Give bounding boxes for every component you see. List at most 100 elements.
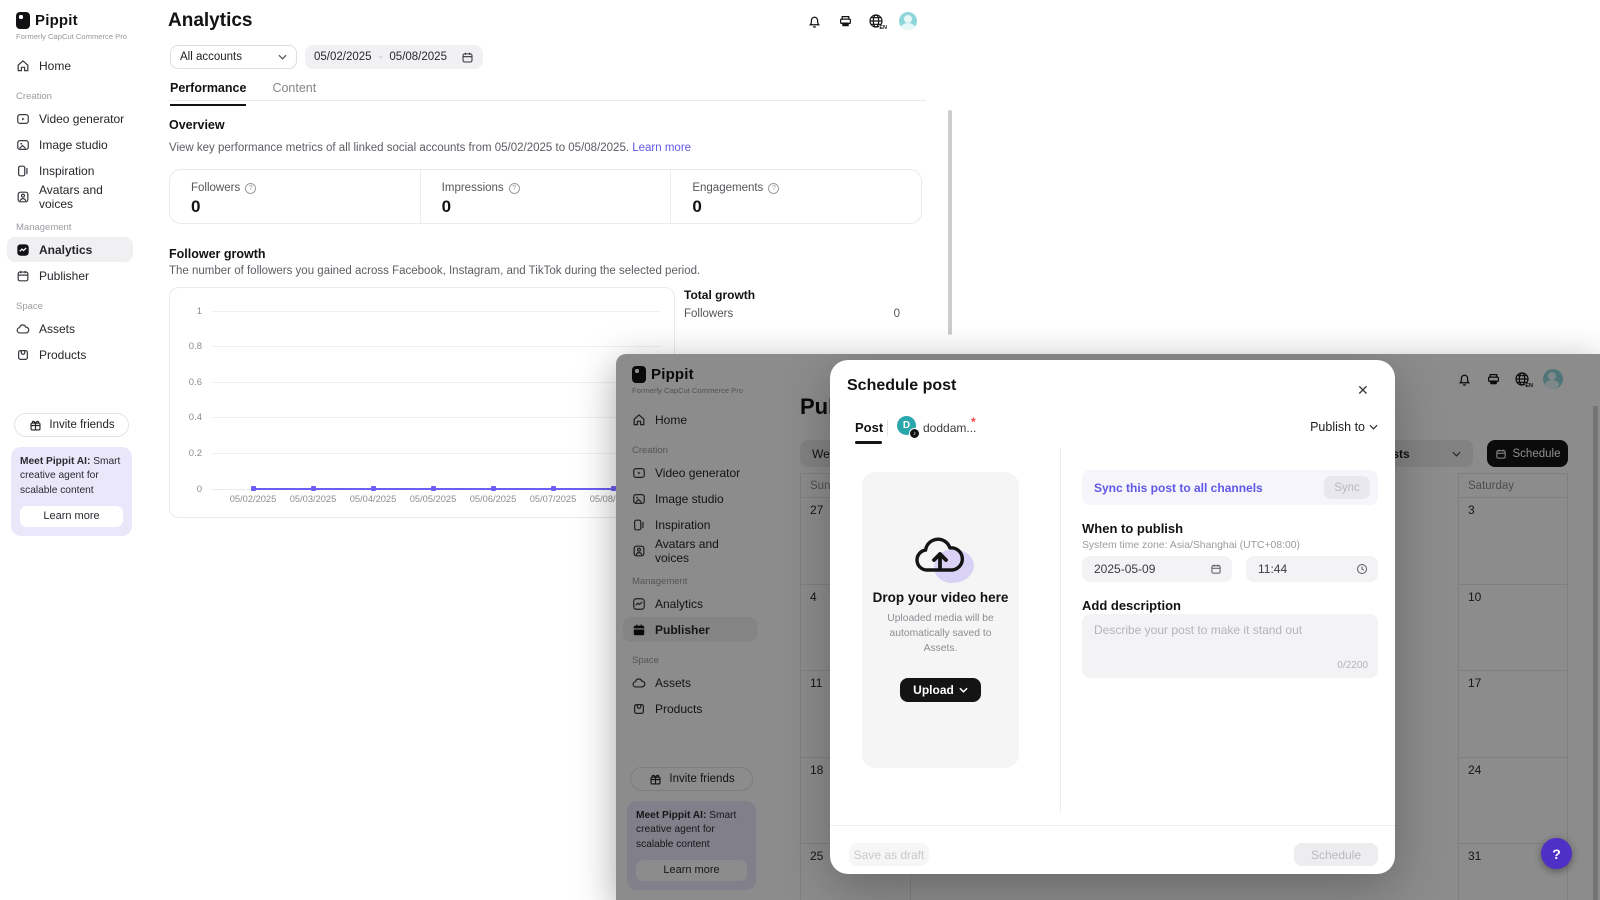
save-as-draft-button[interactable]: Save as draft bbox=[849, 843, 929, 866]
overview-description: View key performance metrics of all link… bbox=[169, 142, 691, 154]
invite-friends-button[interactable]: Invite friends bbox=[14, 413, 129, 437]
required-marker: * bbox=[971, 415, 976, 429]
total-growth-row-value: 0 bbox=[893, 308, 900, 320]
topbar: EN bbox=[806, 12, 917, 31]
growth-heading: Follower growth bbox=[169, 247, 266, 261]
inspiration-icon bbox=[15, 163, 30, 178]
dropzone-note: Uploaded media will be automatically sav… bbox=[887, 613, 994, 654]
help-icon[interactable]: ? bbox=[768, 182, 780, 194]
sidebar-item-label: Assets bbox=[39, 321, 76, 336]
sidebar-item-products[interactable]: Products bbox=[7, 342, 133, 367]
invite-friends-label: Invite friends bbox=[49, 419, 115, 431]
char-counter: 0/2200 bbox=[1337, 660, 1368, 671]
date-end: 05/08/2025 bbox=[389, 51, 447, 63]
sidebar-section-creation: Creation bbox=[16, 91, 52, 102]
pippit-logo-icon bbox=[16, 12, 30, 29]
publish-date-input[interactable]: 2025-05-09 bbox=[1082, 556, 1232, 582]
sidebar-item-assets[interactable]: Assets bbox=[7, 316, 133, 341]
calendar-icon bbox=[461, 51, 474, 64]
calendar-icon bbox=[1211, 564, 1221, 574]
sidebar-item-inspiration[interactable]: Inspiration bbox=[7, 158, 133, 183]
chart-point bbox=[491, 486, 496, 491]
sidebar-item-label: Inspiration bbox=[39, 163, 95, 178]
upload-button-label: Upload bbox=[913, 682, 954, 697]
tab-post[interactable]: Post bbox=[855, 420, 883, 435]
metric-label: Impressions bbox=[441, 182, 504, 194]
metric-label: Followers bbox=[191, 182, 241, 194]
publish-to-dropdown[interactable]: Publish to bbox=[1310, 420, 1378, 434]
sync-button[interactable]: Sync bbox=[1324, 476, 1370, 499]
metric-value: 0 bbox=[441, 197, 452, 216]
ai-learn-more-button[interactable]: Learn more bbox=[20, 506, 123, 528]
metric-followers: Followers? 0 bbox=[170, 170, 420, 223]
learn-more-link[interactable]: Learn more bbox=[632, 142, 691, 154]
description-heading: Add description bbox=[1082, 598, 1181, 613]
gift-icon bbox=[28, 418, 43, 433]
description-textarea[interactable] bbox=[1082, 614, 1378, 678]
publish-date-value: 2025-05-09 bbox=[1094, 562, 1156, 576]
chevron-down-icon bbox=[959, 687, 968, 693]
metric-value: 0 bbox=[692, 197, 702, 216]
publisher-icon bbox=[15, 268, 30, 283]
user-avatar[interactable] bbox=[899, 12, 917, 30]
date-range-picker[interactable]: 05/02/2025 - 05/08/2025 bbox=[305, 45, 483, 69]
account-filter-value: All accounts bbox=[180, 51, 243, 63]
video-dropzone[interactable]: Drop your video here Uploaded media will… bbox=[862, 472, 1019, 768]
tab-content[interactable]: Content bbox=[272, 81, 316, 106]
notification-bell-icon[interactable] bbox=[806, 13, 822, 29]
metrics-card: Followers? 0 Impressions? 0 Engagements?… bbox=[169, 169, 922, 224]
upload-button[interactable]: Upload bbox=[900, 677, 981, 702]
ai-promo-card: Meet Pippit AI: Smart creative agent for… bbox=[11, 447, 132, 537]
print-icon[interactable] bbox=[837, 13, 853, 29]
account-filter-select[interactable]: All accounts bbox=[170, 45, 297, 69]
tabs: Performance Content bbox=[170, 81, 316, 106]
brand-subtitle: Formerly CapCut Commerce Pro bbox=[16, 32, 127, 41]
pane-divider bbox=[1060, 448, 1061, 812]
modal-schedule-button[interactable]: Schedule bbox=[1294, 843, 1378, 866]
chart-point bbox=[551, 486, 556, 491]
sidebar-item-analytics[interactable]: Analytics bbox=[7, 237, 133, 262]
ai-card-highlight: Meet Pippit AI: bbox=[20, 456, 91, 467]
total-growth-panel: Total growth Followers 0 bbox=[684, 288, 900, 320]
chart-point bbox=[311, 486, 316, 491]
total-growth-heading: Total growth bbox=[684, 288, 756, 302]
modal-title: Schedule post bbox=[847, 377, 957, 394]
sidebar-item-label: Products bbox=[39, 347, 87, 362]
schedule-post-modal: Schedule post ✕ Post D ♪ doddam... * Pub… bbox=[830, 360, 1395, 874]
follower-growth-chart: 1 0.8 0.6 0.4 0.2 0 05/02/2025 05/03/202… bbox=[169, 287, 675, 518]
language-globe-icon[interactable]: EN bbox=[868, 13, 887, 31]
close-icon[interactable]: ✕ bbox=[1357, 382, 1369, 399]
x-label: 05/05/2025 bbox=[409, 494, 457, 504]
help-icon[interactable]: ? bbox=[245, 182, 257, 194]
date-separator: - bbox=[378, 51, 383, 63]
x-label: 05/06/2025 bbox=[469, 494, 517, 504]
sidebar-item-publisher[interactable]: Publisher bbox=[7, 263, 133, 288]
page-scrollbar[interactable] bbox=[948, 110, 952, 335]
sidebar-item-video-generator[interactable]: Video generator bbox=[7, 106, 133, 131]
metric-label: Engagements bbox=[692, 182, 764, 194]
tab-post-underline bbox=[855, 441, 882, 444]
brand-name: Pippit bbox=[35, 12, 78, 29]
footer-divider bbox=[830, 825, 1395, 826]
help-button[interactable]: ? bbox=[1541, 838, 1572, 869]
publish-time-input[interactable]: 11:44 bbox=[1246, 556, 1378, 582]
publisher-window: Pippit Formerly CapCut Commerce Pro Home… bbox=[616, 354, 1600, 900]
sidebar-item-home[interactable]: Home bbox=[7, 53, 133, 78]
chevron-down-icon bbox=[278, 54, 287, 60]
clock-icon bbox=[1357, 564, 1367, 574]
sidebar-item-avatars-voices[interactable]: Avatars and voices bbox=[7, 183, 133, 211]
sidebar-section-space: Space bbox=[16, 301, 43, 312]
help-icon[interactable]: ? bbox=[508, 182, 520, 194]
account-name[interactable]: doddam... bbox=[923, 421, 976, 435]
y-tick: 0.4 bbox=[188, 412, 202, 423]
growth-description: The number of followers you gained acros… bbox=[169, 265, 701, 277]
x-label: 05/02/2025 bbox=[229, 494, 277, 504]
chart-point bbox=[251, 486, 256, 491]
sync-banner: Sync this post to all channels Sync bbox=[1082, 470, 1378, 505]
tab-performance[interactable]: Performance bbox=[170, 81, 247, 106]
tab-separator bbox=[887, 420, 888, 436]
metric-value: 0 bbox=[191, 197, 201, 216]
sidebar-item-image-studio[interactable]: Image studio bbox=[7, 132, 133, 157]
total-growth-row-label: Followers bbox=[684, 308, 734, 320]
sync-link[interactable]: Sync this post to all channels bbox=[1094, 481, 1263, 495]
